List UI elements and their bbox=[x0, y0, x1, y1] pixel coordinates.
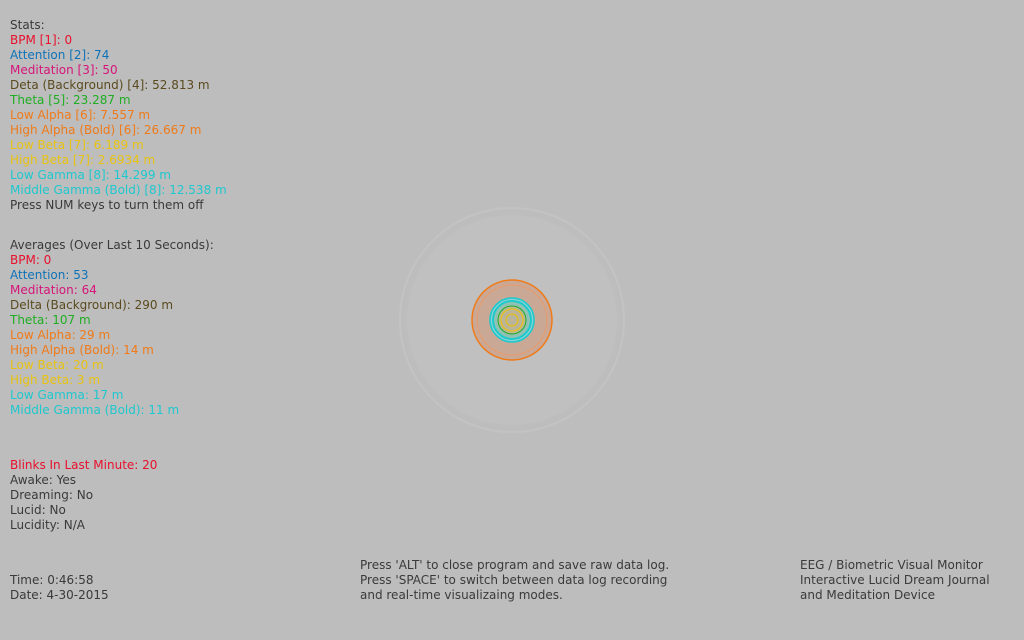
metric-line: BPM: 0 bbox=[10, 253, 52, 267]
app-description: EEG / Biometric Visual Monitor Interacti… bbox=[800, 558, 990, 603]
keyboard-help: Press 'ALT' to close program and save ra… bbox=[360, 558, 669, 603]
date-readout: Date: 4-30-2015 bbox=[10, 588, 109, 602]
metric-line: Attention: 53 bbox=[10, 268, 89, 282]
metric-line: Meditation: 64 bbox=[10, 283, 97, 297]
metric-line: High Alpha (Bold) [6]: 26.667 m bbox=[10, 123, 202, 137]
stats-lines: BPM [1]: 0 Attention [2]: 74 Meditation [3… bbox=[10, 33, 227, 198]
help-line-alt: Press 'ALT' to close program and save ra… bbox=[360, 558, 670, 572]
stats-panel: Stats: BPM [1]: 0 Attention [2]: 74 Medita… bbox=[10, 18, 227, 213]
metric-line: Theta: 107 m bbox=[10, 313, 91, 327]
metric-line: Deta (Background) [4]: 52.813 m bbox=[10, 78, 210, 92]
help-line-modes: and real-time visualizaing modes. bbox=[360, 588, 563, 602]
metric-line: Meditation [3]: 50 bbox=[10, 63, 118, 77]
metric-line: Middle Gamma (Bold): 11 m bbox=[10, 403, 180, 417]
metric-line: High Beta [7]: 2.6934 m bbox=[10, 153, 156, 167]
averages-lines: BPM: 0 Attention: 53 Meditation: 64 Delta (… bbox=[10, 253, 214, 418]
help-line-space: Press 'SPACE' to switch between data log… bbox=[360, 573, 668, 587]
metric-line: Middle Gamma (Bold) [8]: 12.538 m bbox=[10, 183, 227, 197]
dreaming-status: Dreaming: No bbox=[10, 488, 94, 502]
stats-footer-hint: Press NUM keys to turn them off bbox=[10, 198, 204, 212]
metric-line: Low Alpha: 29 m bbox=[10, 328, 111, 342]
lucid-status: Lucid: No bbox=[10, 503, 66, 517]
time-readout: Time: 0:46:58 bbox=[10, 573, 94, 587]
metric-line: Low Beta: 20 m bbox=[10, 358, 104, 372]
metric-line: High Beta: 3 m bbox=[10, 373, 101, 387]
metric-line: Attention [2]: 74 bbox=[10, 48, 110, 62]
metric-line: Delta (Background): 290 m bbox=[10, 298, 174, 312]
blinks-count: Blinks In Last Minute: 20 bbox=[10, 458, 158, 472]
lucidity-status: Lucidity: N/A bbox=[10, 518, 85, 532]
sleep-status-panel: Blinks In Last Minute: 20 Awake: Yes Dre… bbox=[10, 458, 157, 533]
metric-line: Low Beta [7]: 6.189 m bbox=[10, 138, 144, 152]
averages-panel: Averages (Over Last 10 Seconds): BPM: 0A… bbox=[10, 238, 214, 418]
theta-ring bbox=[497, 305, 527, 335]
app-description-line: and Meditation Device bbox=[800, 588, 935, 602]
awake-status: Awake: Yes bbox=[10, 473, 77, 487]
app-description-line: EEG / Biometric Visual Monitor bbox=[800, 558, 983, 572]
stats-heading: Stats: bbox=[10, 18, 45, 32]
datetime-panel: Time: 0:46:58 Date: 4-30-2015 bbox=[10, 573, 109, 603]
metric-line: Theta [5]: 23.287 m bbox=[10, 93, 131, 107]
metric-line: High Alpha (Bold): 14 m bbox=[10, 343, 154, 357]
metric-line: BPM [1]: 0 bbox=[10, 33, 73, 47]
metric-line: Low Alpha [6]: 7.557 m bbox=[10, 108, 151, 122]
metric-line: Low Gamma [8]: 14.299 m bbox=[10, 168, 171, 182]
metric-line: Low Gamma: 17 m bbox=[10, 388, 124, 402]
app-description-line: Interactive Lucid Dream Journal bbox=[800, 573, 990, 587]
averages-heading: Averages (Over Last 10 Seconds): bbox=[10, 238, 214, 252]
